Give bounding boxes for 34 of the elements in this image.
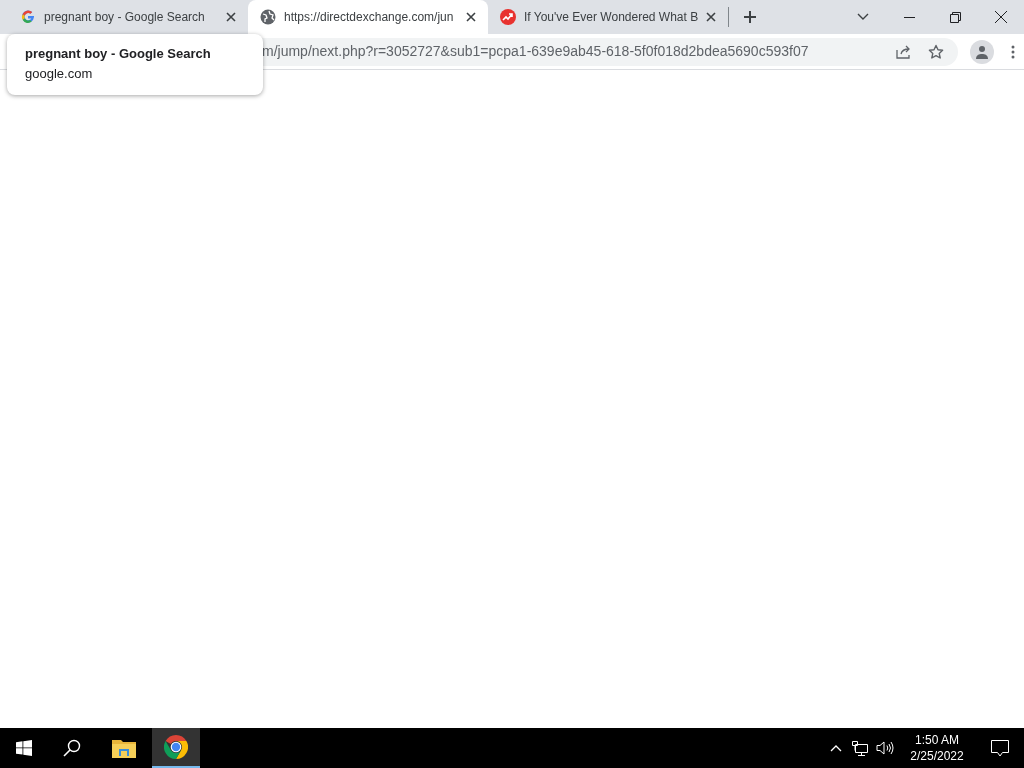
clock-button[interactable]: 1:50 AM 2/25/2022: [898, 728, 976, 768]
speech-bubble-icon: [991, 739, 1009, 757]
globe-icon: [260, 9, 276, 25]
tooltip-domain: google.com: [25, 65, 94, 82]
chrome-logo-icon: [164, 735, 188, 759]
close-icon[interactable]: [466, 12, 476, 22]
close-icon[interactable]: [226, 12, 236, 22]
close-icon[interactable]: [706, 12, 716, 22]
close-icon: [995, 11, 1007, 23]
taskbar-app-button[interactable]: [152, 728, 200, 768]
tab-title: https://directdexchange.com/jun: [284, 9, 455, 26]
tooltip-title: pregnant boy - Google Search: [25, 45, 212, 62]
star-icon: [928, 43, 944, 60]
share-icon: [896, 44, 912, 59]
windows-logo-icon: [16, 740, 32, 756]
plus-icon: [743, 10, 757, 24]
tab-title: If You've Ever Wondered What B: [524, 9, 698, 26]
tab-title: pregnant boy - Google Search: [44, 9, 206, 26]
google-g-icon: [21, 10, 35, 24]
minimize-icon: [903, 16, 915, 18]
profile-button[interactable]: [970, 39, 994, 64]
browser-tab[interactable]: https://directdexchange.com/jun: [248, 0, 488, 34]
folder-icon: [112, 738, 136, 758]
restore-icon: [949, 11, 961, 23]
chevron-down-icon: [857, 13, 869, 21]
browser-tab[interactable]: pregnant boy - Google Search: [8, 0, 248, 34]
menu-icon: [1011, 44, 1015, 59]
url-text: m/jump/next.php?r=3052727&sub1=pcpa1-639e9ab45-618-5f0f018d2bdea5690c593f07: [262, 42, 810, 61]
chevron-up-icon: [830, 744, 842, 752]
search-icon: [63, 739, 81, 757]
browser-tab[interactable]: If You've Ever Wondered What B: [488, 0, 728, 34]
person-icon: [975, 44, 989, 59]
network-icon: [852, 740, 868, 756]
speaker-icon: [876, 741, 894, 755]
